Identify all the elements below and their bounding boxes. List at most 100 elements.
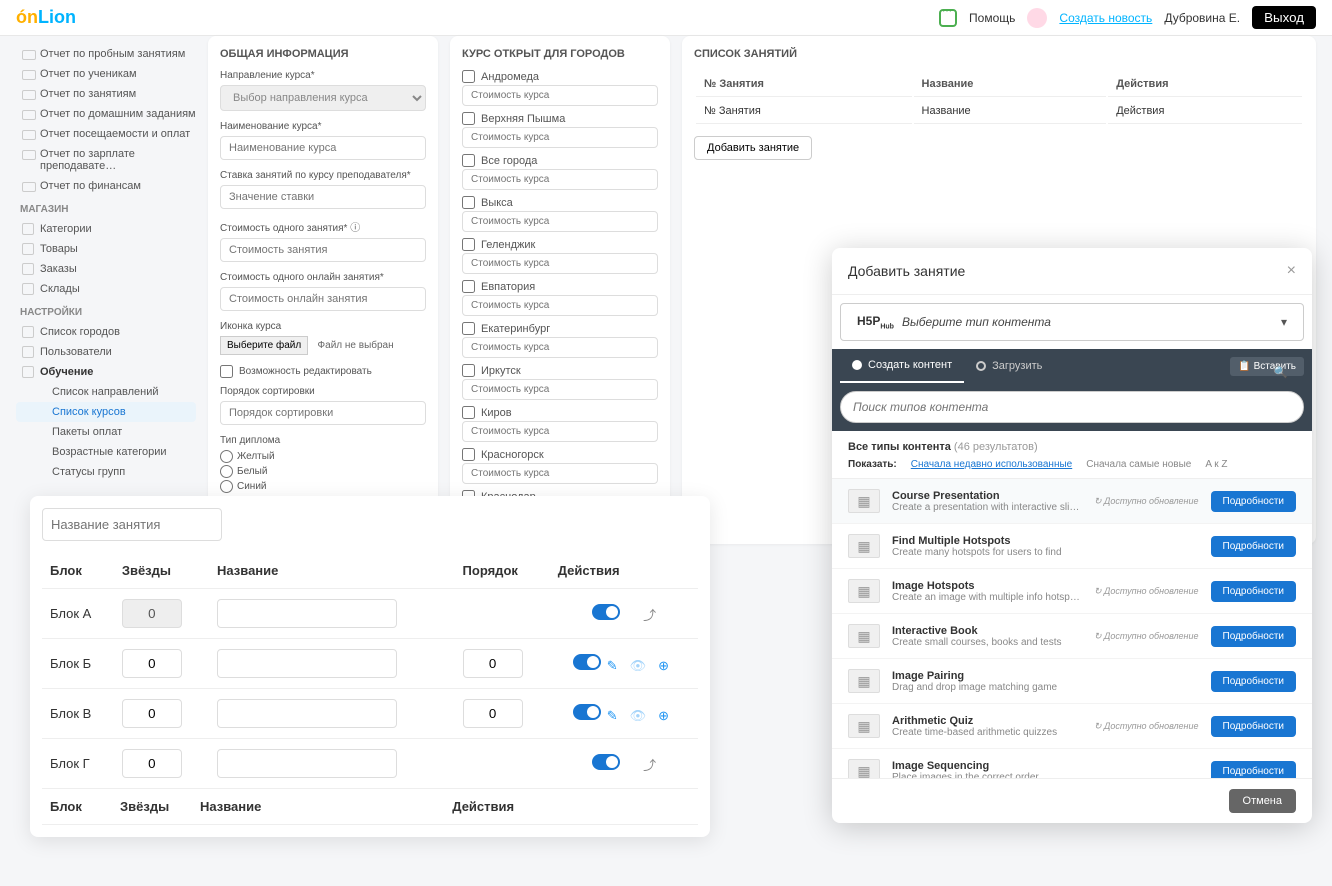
sidebar-item[interactable]: Категории bbox=[16, 219, 196, 239]
city-cost-input[interactable] bbox=[462, 295, 658, 316]
content-type-item[interactable]: ▦Interactive BookCreate small courses, b… bbox=[832, 614, 1312, 659]
order-input[interactable] bbox=[463, 649, 523, 678]
paste-button[interactable]: 📋 Вставить bbox=[1230, 357, 1304, 376]
sort-input[interactable] bbox=[220, 401, 426, 425]
city-checkbox[interactable] bbox=[462, 196, 475, 209]
direction-select[interactable]: Выбор направления курса bbox=[220, 85, 426, 111]
sidebar-item[interactable]: Обучение bbox=[16, 362, 196, 382]
city-cost-input[interactable] bbox=[462, 169, 658, 190]
sidebar-item[interactable]: Отчет по домашним заданиям bbox=[16, 104, 196, 124]
city-row[interactable]: Екатеринбург bbox=[462, 322, 658, 335]
details-button[interactable]: Подробности bbox=[1211, 626, 1296, 647]
content-type-item[interactable]: ▦Image SequencingPlace images in the cor… bbox=[832, 749, 1312, 778]
sidebar-sub-item[interactable]: Пакеты оплат bbox=[16, 422, 196, 442]
sidebar-item[interactable]: Отчет по занятиям bbox=[16, 84, 196, 104]
city-cost-input[interactable] bbox=[462, 253, 658, 274]
sidebar-item[interactable]: Отчет по зарплате преподавате… bbox=[16, 144, 196, 176]
sort-recent[interactable]: Сначала недавно использованные bbox=[911, 459, 1072, 470]
edit-icon[interactable]: ✎ bbox=[607, 708, 618, 723]
city-row[interactable]: Все города bbox=[462, 154, 658, 167]
toggle[interactable] bbox=[573, 704, 601, 720]
content-search-input[interactable] bbox=[840, 391, 1304, 423]
details-button[interactable]: Подробности bbox=[1211, 671, 1296, 692]
logo[interactable]: ónLion bbox=[16, 7, 76, 28]
city-cost-input[interactable] bbox=[462, 211, 658, 232]
tab-create[interactable]: Создать контент bbox=[840, 349, 964, 383]
content-type-item[interactable]: ▦Find Multiple HotspotsCreate many hotsp… bbox=[832, 524, 1312, 569]
content-type-item[interactable]: ▦Image HotspotsCreate an image with mult… bbox=[832, 569, 1312, 614]
h5p-type-select[interactable]: H5PHub Выберите тип контента ▾ bbox=[840, 303, 1304, 341]
edit-icon[interactable]: ✎ bbox=[607, 658, 618, 673]
stars-input[interactable] bbox=[122, 649, 182, 678]
details-button[interactable]: Подробности bbox=[1211, 716, 1296, 737]
toggle[interactable] bbox=[592, 604, 620, 620]
upload-icon[interactable]: ⤴ bbox=[640, 758, 657, 773]
city-row[interactable]: Иркутск bbox=[462, 364, 658, 377]
logout-button[interactable]: Выход bbox=[1252, 6, 1316, 29]
lesson-name-input[interactable] bbox=[42, 508, 222, 541]
rate-input[interactable] bbox=[220, 185, 426, 209]
course-name-input[interactable] bbox=[220, 136, 426, 160]
city-row[interactable]: Киров bbox=[462, 406, 658, 419]
sidebar-item[interactable]: Отчет по финансам bbox=[16, 176, 196, 196]
sidebar-sub-item[interactable]: Возрастные категории bbox=[16, 442, 196, 462]
block-name-input[interactable] bbox=[217, 749, 397, 778]
details-button[interactable]: Подробности bbox=[1211, 491, 1296, 512]
block-name-input[interactable] bbox=[217, 699, 397, 728]
stars-input[interactable] bbox=[122, 699, 182, 728]
block-name-input[interactable] bbox=[217, 649, 397, 678]
city-cost-input[interactable] bbox=[462, 463, 658, 484]
sort-new[interactable]: Сначала самые новые bbox=[1086, 459, 1191, 470]
details-button[interactable]: Подробности bbox=[1211, 581, 1296, 602]
cost-input[interactable] bbox=[220, 238, 426, 262]
editable-checkbox[interactable] bbox=[220, 365, 233, 378]
diploma-option[interactable]: Белый bbox=[220, 465, 426, 478]
search-icon[interactable]: 🔍 bbox=[1273, 365, 1288, 379]
sidebar-item[interactable]: Отчет по ученикам bbox=[16, 64, 196, 84]
city-checkbox[interactable] bbox=[462, 154, 475, 167]
sidebar-item[interactable]: Пользователи bbox=[16, 342, 196, 362]
city-cost-input[interactable] bbox=[462, 337, 658, 358]
choose-file-button[interactable]: Выберите файл bbox=[220, 336, 308, 355]
upload-icon[interactable]: ⤴ bbox=[640, 608, 657, 623]
city-checkbox[interactable] bbox=[462, 364, 475, 377]
block-name-input[interactable] bbox=[217, 599, 397, 628]
order-input[interactable] bbox=[463, 699, 523, 728]
online-cost-input[interactable] bbox=[220, 287, 426, 311]
plus-icon[interactable]: ⊕ bbox=[658, 708, 669, 723]
sort-az[interactable]: A к Z bbox=[1205, 459, 1227, 470]
city-checkbox[interactable] bbox=[462, 238, 475, 251]
city-checkbox[interactable] bbox=[462, 112, 475, 125]
city-checkbox[interactable] bbox=[462, 448, 475, 461]
create-news-link[interactable]: Создать новость bbox=[1059, 11, 1152, 25]
sidebar-item[interactable]: Отчет по пробным занятиям bbox=[16, 44, 196, 64]
modal-close-button[interactable]: × bbox=[1287, 262, 1296, 280]
city-row[interactable]: Андромеда bbox=[462, 70, 658, 83]
diploma-option[interactable]: Желтый bbox=[220, 450, 426, 463]
sidebar-item[interactable]: Склады bbox=[16, 279, 196, 299]
sidebar-item[interactable]: Список городов bbox=[16, 322, 196, 342]
city-row[interactable]: Верхняя Пышма bbox=[462, 112, 658, 125]
city-cost-input[interactable] bbox=[462, 379, 658, 400]
city-row[interactable]: Евпатория bbox=[462, 280, 658, 293]
sidebar-sub-item[interactable]: Список курсов bbox=[16, 402, 196, 422]
city-checkbox[interactable] bbox=[462, 406, 475, 419]
details-button[interactable]: Подробности bbox=[1211, 761, 1296, 779]
city-checkbox[interactable] bbox=[462, 322, 475, 335]
sidebar-item[interactable]: Заказы bbox=[16, 259, 196, 279]
content-type-item[interactable]: ▦Image PairingDrag and drop image matchi… bbox=[832, 659, 1312, 704]
help-icon[interactable] bbox=[939, 9, 957, 27]
city-cost-input[interactable] bbox=[462, 85, 658, 106]
city-row[interactable]: Красногорск bbox=[462, 448, 658, 461]
eye-icon[interactable]: 👁 bbox=[630, 658, 647, 673]
add-lesson-button[interactable]: Добавить занятие bbox=[694, 136, 812, 160]
diploma-option[interactable]: Синий bbox=[220, 480, 426, 493]
toggle[interactable] bbox=[592, 754, 620, 770]
content-type-item[interactable]: ▦Course PresentationCreate a presentatio… bbox=[832, 479, 1312, 524]
details-button[interactable]: Подробности bbox=[1211, 536, 1296, 557]
city-checkbox[interactable] bbox=[462, 70, 475, 83]
stars-input[interactable] bbox=[122, 749, 182, 778]
city-checkbox[interactable] bbox=[462, 280, 475, 293]
sidebar-item[interactable]: Товары bbox=[16, 239, 196, 259]
sidebar-sub-item[interactable]: Список направлений bbox=[16, 382, 196, 402]
